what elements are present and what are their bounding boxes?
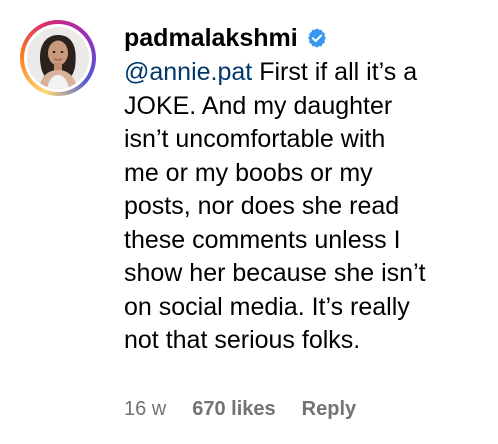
comment-line: @annie.pat First if all it’s a — [124, 56, 484, 90]
comment-line: isn’t uncomfortable with — [124, 125, 386, 153]
comment-line: not that serious folks. — [124, 326, 361, 354]
profile-photo-icon — [27, 27, 89, 89]
username-link[interactable]: padmalakshmi — [124, 24, 298, 53]
comment-body: @annie.pat First if all it’s a JOKE. And… — [124, 56, 484, 358]
avatar-gap — [24, 24, 92, 92]
comment-line: these comments unless I — [124, 225, 401, 254]
comment-line: me or my boobs or my — [124, 158, 373, 187]
comment-item: padmalakshmi @annie.pat First if all it’… — [0, 0, 498, 444]
verified-badge-icon — [306, 27, 328, 49]
likes-count[interactable]: 670 likes — [192, 398, 275, 421]
comment-line: show her because she isn’t — [124, 259, 426, 287]
comment-line-text: First if all it’s a — [252, 58, 418, 86]
comment-line: on social media. It’s really — [124, 292, 410, 321]
mention-link[interactable]: @annie.pat — [124, 58, 252, 86]
story-ring[interactable] — [20, 20, 96, 96]
comment-line: posts, nor does she read — [124, 192, 400, 220]
reply-button[interactable]: Reply — [302, 398, 356, 421]
comment-line: JOKE. And my daughter — [124, 91, 393, 120]
timestamp[interactable]: 16 w — [124, 398, 166, 421]
comment-content: padmalakshmi @annie.pat First if all it’… — [124, 22, 484, 358]
username-row: padmalakshmi — [124, 22, 484, 54]
avatar[interactable] — [27, 27, 89, 89]
comment-footer: 16 w 670 likes Reply — [124, 398, 356, 421]
